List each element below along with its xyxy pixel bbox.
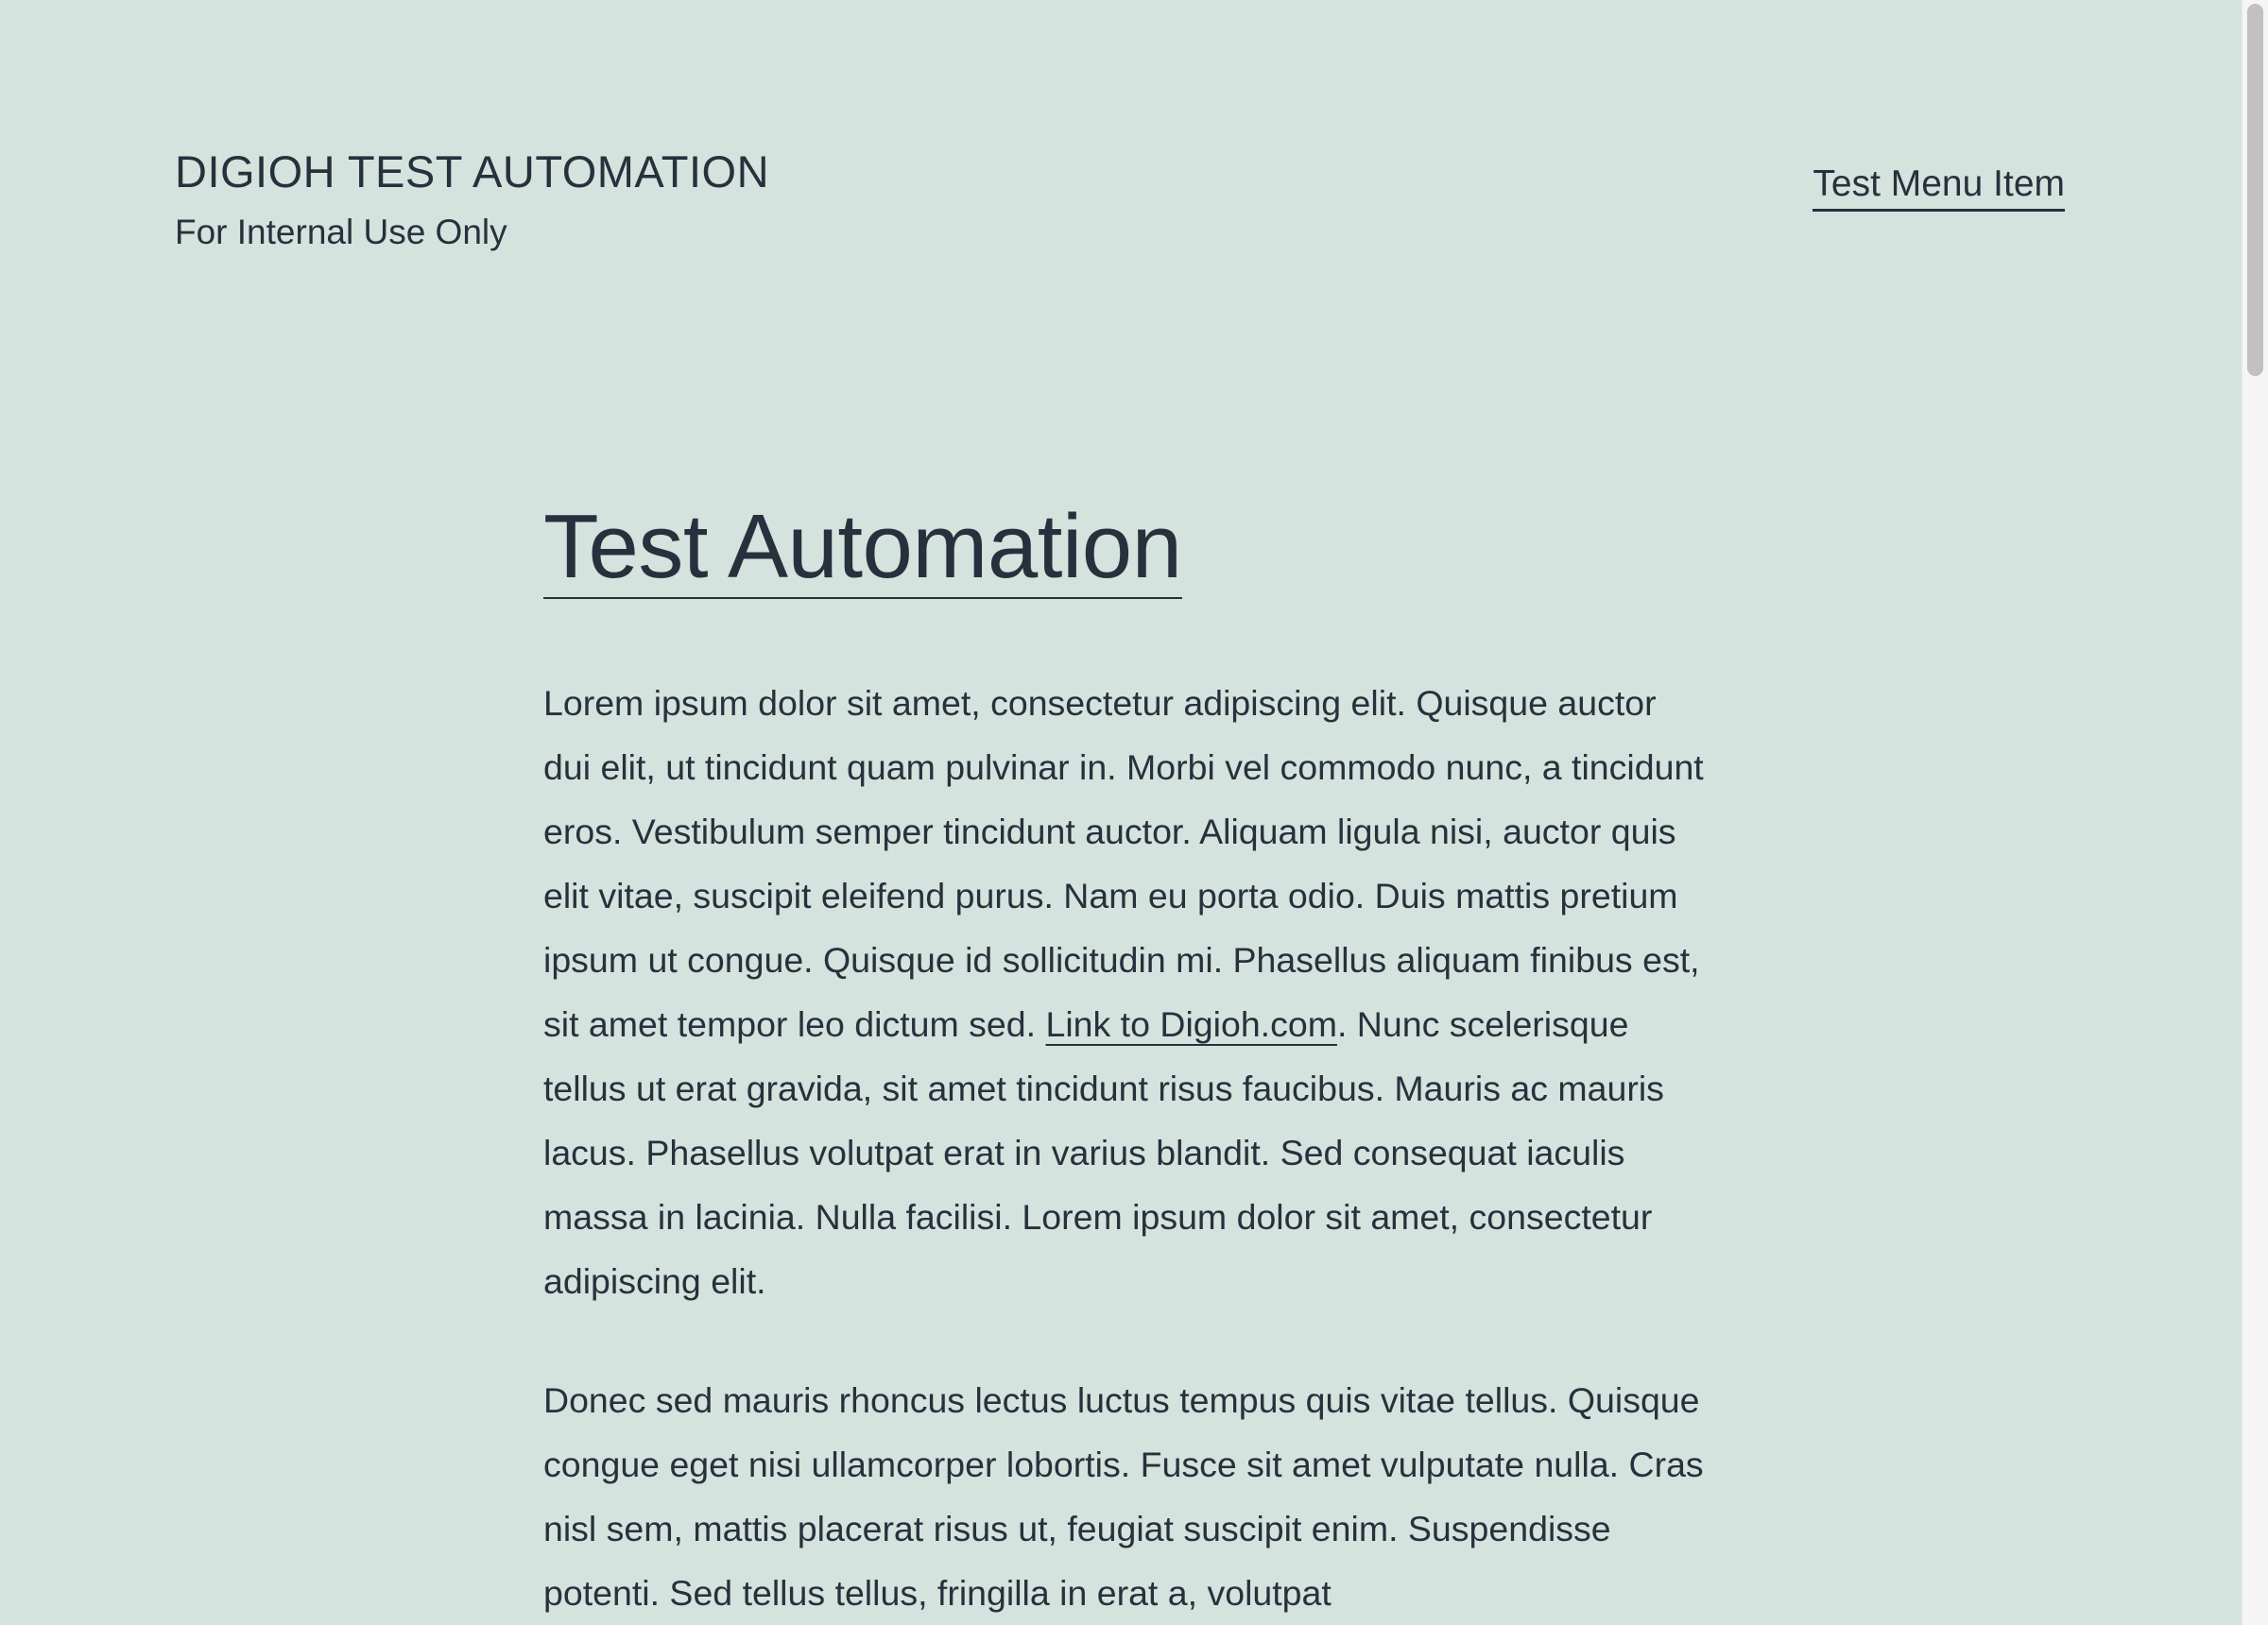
scrollbar-thumb[interactable] <box>2247 4 2263 376</box>
site-title[interactable]: DIGIOH TEST AUTOMATION <box>175 144 769 200</box>
site-header: DIGIOH TEST AUTOMATION For Internal Use … <box>175 144 769 255</box>
vertical-scrollbar[interactable] <box>2242 0 2268 1625</box>
menu-item-test[interactable]: Test Menu Item <box>1813 161 2065 212</box>
site-description: For Internal Use Only <box>175 213 507 251</box>
post-paragraph: Donec sed mauris rhoncus lectus luctus t… <box>543 1380 1704 1613</box>
paragraph-text: . Nunc scelerisque tellus ut erat gravid… <box>543 1004 1664 1301</box>
primary-menu: Test Menu Item <box>1813 161 2065 212</box>
post-content: Lorem ipsum dolor sit amet, consectetur … <box>543 671 1706 1625</box>
post-paragraph: Lorem ipsum dolor sit amet, consectetur … <box>543 671 1706 1313</box>
page: DIGIOH TEST AUTOMATION For Internal Use … <box>0 0 2242 1625</box>
post-title-link[interactable]: Test Automation <box>543 496 1182 599</box>
paragraph-text: Lorem ipsum dolor sit amet, consectetur … <box>543 683 1704 1044</box>
main-content: Test Automation Lorem ipsum dolor sit am… <box>543 491 1706 1625</box>
post-title: Test Automation <box>543 491 1706 603</box>
digioh-link[interactable]: Link to Digioh.com <box>1045 1004 1336 1044</box>
